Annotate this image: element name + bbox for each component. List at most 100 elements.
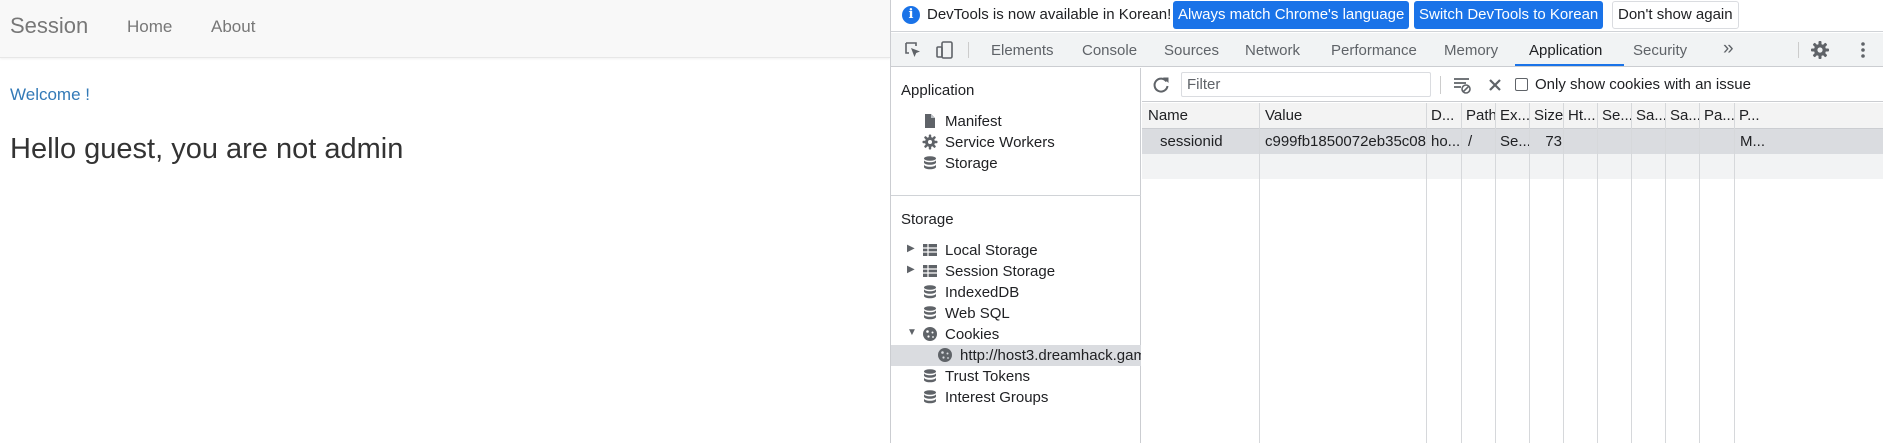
sidebar-item-manifest[interactable]: Manifest xyxy=(891,111,1141,132)
cookie-priority-cell: M... xyxy=(1740,133,1765,150)
toolbar-divider xyxy=(1440,76,1441,94)
refresh-icon[interactable] xyxy=(1151,75,1171,95)
cookie-name-cell: sessionid xyxy=(1160,133,1223,150)
nav-home-link[interactable]: Home xyxy=(127,17,172,37)
sidebar-divider xyxy=(891,195,1141,196)
cookie-domain-cell: ho... xyxy=(1431,133,1461,150)
web-page: Session Home About Welcome ! Hello guest… xyxy=(0,0,890,443)
page-message: Hello guest, you are not admin xyxy=(10,133,404,165)
cookie-path-cell: / xyxy=(1468,133,1473,150)
sidebar-item-service-workers[interactable]: Service Workers xyxy=(891,132,1141,153)
column-header-name[interactable]: Name xyxy=(1148,107,1253,124)
inspect-element-icon[interactable] xyxy=(903,40,923,60)
dont-show-again-button[interactable]: Don't show again xyxy=(1612,1,1739,29)
cookie-value-cell: c999fb1850072eb35c08a3... xyxy=(1265,133,1427,150)
expand-arrow-icon[interactable]: ▶ xyxy=(907,243,915,254)
cookie-icon xyxy=(923,327,937,341)
sidebar-item-local-storage[interactable]: ▶ Local Storage xyxy=(891,240,1141,261)
clear-filtered-cookies-icon[interactable] xyxy=(1452,75,1472,95)
gear-icon xyxy=(922,134,938,150)
info-icon: i xyxy=(902,6,920,24)
column-divider xyxy=(1461,103,1462,443)
sidebar-item-cookie-origin[interactable]: http://host3.dreamhack.game xyxy=(891,345,1141,366)
column-header-path[interactable]: Path xyxy=(1466,107,1496,124)
cookie-icon xyxy=(938,348,952,362)
database-icon xyxy=(924,156,936,170)
tab-console[interactable]: Console xyxy=(1082,42,1137,59)
column-header-domain[interactable]: D... xyxy=(1431,107,1461,124)
toolbar-divider xyxy=(968,42,969,58)
sidebar-item-interest-groups[interactable]: Interest Groups xyxy=(891,387,1141,408)
column-header-partition-key[interactable]: Pa... xyxy=(1704,107,1734,124)
file-icon xyxy=(925,114,935,128)
sidebar-item-label: Session Storage xyxy=(945,263,1056,280)
column-divider xyxy=(1699,103,1700,443)
sidebar-item-trust-tokens[interactable]: Trust Tokens xyxy=(891,366,1141,387)
sidebar-item-label: Trust Tokens xyxy=(945,368,1031,385)
active-tab-indicator xyxy=(1515,64,1624,66)
switch-to-korean-button[interactable]: Switch DevTools to Korean xyxy=(1414,1,1604,29)
devtools-panel: i DevTools is now available in Korean! A… xyxy=(890,0,1883,443)
settings-gear-icon[interactable] xyxy=(1810,40,1830,60)
sidebar-item-label: Manifest xyxy=(945,113,1002,130)
column-header-secure[interactable]: Se... xyxy=(1602,107,1632,124)
column-divider xyxy=(1597,103,1598,443)
devtools-tabbar: Elements Console Sources Network Perform… xyxy=(891,33,1883,67)
cookie-size-cell: 73 xyxy=(1545,133,1562,150)
only-issues-checkbox[interactable] xyxy=(1515,78,1528,91)
column-header-samesite[interactable]: Sa... xyxy=(1636,107,1666,124)
column-header-httponly[interactable]: Ht... xyxy=(1568,107,1598,124)
sidebar-item-label: Service Workers xyxy=(945,134,1055,151)
only-issues-label[interactable]: Only show cookies with an issue xyxy=(1535,76,1751,93)
sidebar-item-cookies[interactable]: ▼ Cookies xyxy=(891,324,1141,345)
tab-elements[interactable]: Elements xyxy=(991,42,1054,59)
table-grid-icon xyxy=(923,244,937,256)
sidebar-item-indexeddb[interactable]: IndexedDB xyxy=(891,282,1141,303)
tab-application[interactable]: Application xyxy=(1529,42,1602,59)
sidebar-item-web-sql[interactable]: Web SQL xyxy=(891,303,1141,324)
tab-memory[interactable]: Memory xyxy=(1444,42,1498,59)
sidebar-item-label: Storage xyxy=(945,155,998,172)
column-header-value[interactable]: Value xyxy=(1265,107,1425,124)
database-icon xyxy=(924,285,936,299)
sidebar-item-storage[interactable]: Storage xyxy=(891,153,1141,174)
column-divider xyxy=(1631,103,1632,443)
nav-about-link[interactable]: About xyxy=(211,17,255,37)
sidebar-item-session-storage[interactable]: ▶ Session Storage xyxy=(891,261,1141,282)
column-header-priority[interactable]: P... xyxy=(1739,107,1769,124)
table-grid-icon xyxy=(923,265,937,277)
infobar-message: DevTools is now available in Korean! xyxy=(927,6,1172,23)
clear-all-cookies-icon[interactable] xyxy=(1485,75,1505,95)
sidebar-item-label: http://host3.dreamhack.game xyxy=(960,347,1141,364)
tab-sources[interactable]: Sources xyxy=(1164,42,1219,59)
database-icon xyxy=(924,306,936,320)
table-row[interactable]: sessionid c999fb1850072eb35c08a3... ho..… xyxy=(1142,129,1883,154)
database-icon xyxy=(924,369,936,383)
more-options-icon[interactable] xyxy=(1853,40,1873,60)
column-header-expires[interactable]: Ex... xyxy=(1500,107,1530,124)
tab-network[interactable]: Network xyxy=(1245,42,1300,59)
column-header-sameparty[interactable]: Sa... xyxy=(1670,107,1700,124)
welcome-text: Welcome ! xyxy=(10,85,90,104)
sidebar-section-storage: Storage xyxy=(901,211,954,228)
database-icon xyxy=(924,390,936,404)
device-toolbar-icon[interactable] xyxy=(935,40,955,60)
always-match-language-button[interactable]: Always match Chrome's language xyxy=(1173,1,1410,29)
sidebar-item-label: Web SQL xyxy=(945,305,1010,322)
collapse-arrow-icon[interactable]: ▼ xyxy=(907,327,917,338)
language-infobar: i DevTools is now available in Korean! A… xyxy=(891,0,1883,32)
column-header-size[interactable]: Size xyxy=(1534,107,1564,124)
brand-link[interactable]: Session xyxy=(10,13,88,39)
sidebar-section-application: Application xyxy=(901,82,975,99)
column-divider xyxy=(1259,103,1260,443)
column-divider xyxy=(1495,103,1496,443)
cookie-filter-input[interactable] xyxy=(1181,72,1431,97)
tab-performance[interactable]: Performance xyxy=(1331,42,1417,59)
column-divider xyxy=(1665,103,1666,443)
more-tabs-icon[interactable]: » xyxy=(1723,38,1734,60)
tab-security[interactable]: Security xyxy=(1633,42,1687,59)
sidebar-item-label: Interest Groups xyxy=(945,389,1049,406)
table-header: Name Value D... Path Ex... Size Ht... Se… xyxy=(1142,103,1883,129)
expand-arrow-icon[interactable]: ▶ xyxy=(907,264,915,275)
cookie-expires-cell: Se... xyxy=(1500,133,1530,150)
